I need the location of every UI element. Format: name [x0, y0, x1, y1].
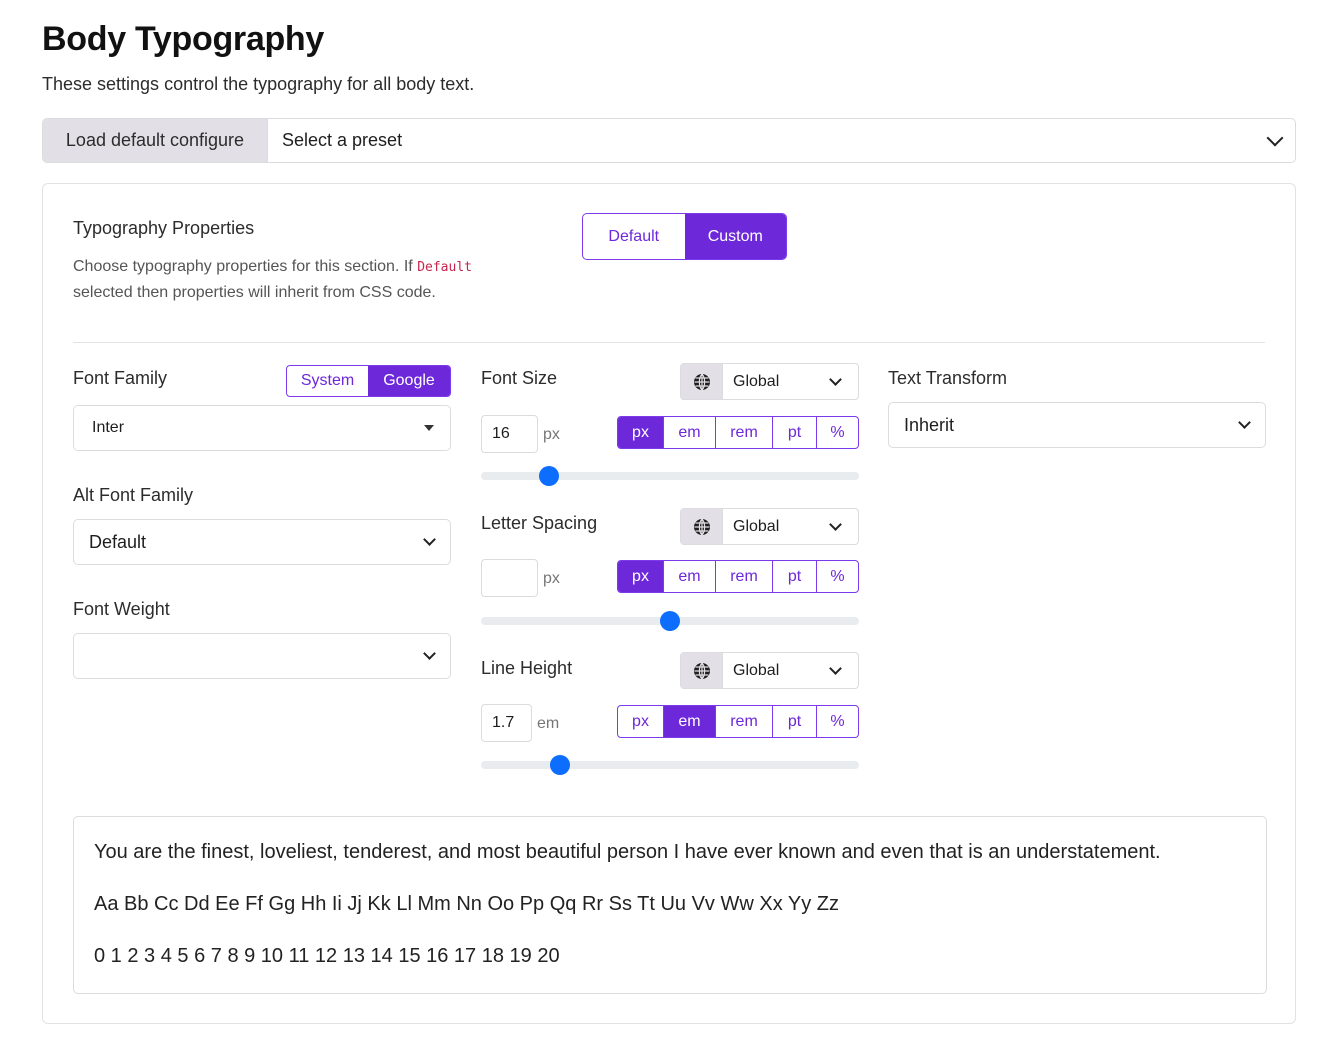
- load-default-configure-label: Load default configure: [43, 119, 268, 162]
- text-transform-label: Text Transform: [888, 368, 1008, 388]
- line-height-label: Line Height: [481, 658, 573, 678]
- typography-properties-title: Typography Properties: [73, 218, 255, 238]
- font-size-scope-value: Global: [733, 372, 780, 390]
- typography-panel: Typography Properties Choose typography …: [42, 183, 1296, 1024]
- page-title: Body Typography: [42, 20, 324, 58]
- font-source-google-button[interactable]: Google: [368, 366, 450, 396]
- chevron-down-icon: [423, 647, 436, 660]
- page-subtitle: These settings control the typography fo…: [42, 74, 475, 94]
- globe-icon: [693, 662, 710, 679]
- letter-spacing-unit-percent-button[interactable]: %: [817, 561, 858, 592]
- font-size-unit-rem-button[interactable]: rem: [716, 417, 773, 448]
- font-size-label: Font Size: [481, 368, 558, 388]
- font-size-input[interactable]: 16: [481, 415, 538, 453]
- line-height-unit-pt-button[interactable]: pt: [773, 706, 817, 737]
- letter-spacing-unit-rem-button[interactable]: rem: [716, 561, 773, 592]
- preset-select[interactable]: Select a preset: [268, 119, 1295, 162]
- preset-select-value: Select a preset: [282, 130, 403, 150]
- text-transform-value: Inherit: [904, 414, 955, 435]
- chevron-down-icon: [829, 661, 842, 675]
- line-height-slider-thumb[interactable]: [550, 755, 571, 775]
- globe-icon: [693, 373, 710, 390]
- font-source-toggle: System Google: [286, 365, 451, 397]
- line-height-unit-px-button[interactable]: px: [618, 706, 664, 737]
- font-family-label: Font Family: [73, 368, 168, 388]
- mode-custom-button[interactable]: Custom: [684, 214, 786, 259]
- letter-spacing-slider-track[interactable]: [481, 611, 859, 631]
- font-weight-label: Font Weight: [73, 599, 170, 619]
- line-height-scope-value: Global: [733, 661, 780, 679]
- letter-spacing-label: Letter Spacing: [481, 513, 598, 533]
- chevron-down-icon: [1238, 416, 1251, 429]
- letter-spacing-unit-px-button[interactable]: px: [618, 561, 664, 592]
- font-size-slider-thumb[interactable]: [539, 466, 560, 486]
- font-family-select[interactable]: Inter: [73, 405, 451, 451]
- preview-alphabet: Aa Bb Cc Dd Ee Ff Gg Hh Ii Jj Kk Ll Mm N…: [94, 893, 840, 915]
- default-code: Default: [417, 260, 472, 275]
- mode-default-button[interactable]: Default: [583, 214, 685, 259]
- font-size-slider-track[interactable]: [481, 466, 859, 486]
- line-height-scope-select[interactable]: Global: [680, 652, 859, 689]
- letter-spacing-unit-pt-button[interactable]: pt: [773, 561, 817, 592]
- font-size-unit-percent-button[interactable]: %: [817, 417, 858, 448]
- preview-numbers: 0 1 2 3 4 5 6 7 8 9 10 11 12 13 14 15 16…: [94, 945, 560, 967]
- line-height-unit-percent-button[interactable]: %: [817, 706, 858, 737]
- preview-sentence: You are the finest, loveliest, tenderest…: [94, 841, 1161, 863]
- line-height-unit-group: px em rem pt%: [617, 705, 859, 738]
- chevron-down-icon: [1266, 129, 1284, 146]
- globe-icon: [693, 518, 710, 535]
- divider: [73, 342, 1265, 343]
- line-height-unit-em-button[interactable]: em: [664, 706, 716, 737]
- alt-font-family-value: Default: [89, 531, 147, 552]
- letter-spacing-unit-em-button[interactable]: em: [664, 561, 716, 592]
- font-source-system-button[interactable]: System: [287, 366, 368, 396]
- letter-spacing-input[interactable]: [481, 559, 538, 597]
- chevron-down-icon: [829, 372, 842, 386]
- line-height-slider-track[interactable]: [481, 755, 859, 775]
- font-size-unit-text: px: [543, 426, 560, 443]
- font-family-value: Inter: [92, 419, 125, 436]
- line-height-input[interactable]: 1.7: [481, 704, 532, 742]
- preset-bar: Load default configure Select a preset: [42, 118, 1296, 163]
- text-transform-select[interactable]: Inherit: [888, 402, 1266, 448]
- alt-font-family-label: Alt Font Family: [73, 485, 194, 505]
- line-height-unit-rem-button[interactable]: rem: [716, 706, 773, 737]
- letter-spacing-scope-select[interactable]: Global: [680, 508, 859, 545]
- alt-font-family-select[interactable]: Default: [73, 519, 451, 565]
- font-size-unit-pt-button[interactable]: pt: [773, 417, 817, 448]
- chevron-down-icon: [829, 517, 842, 531]
- font-size-unit-em-button[interactable]: em: [664, 417, 716, 448]
- caret-down-icon: [424, 425, 434, 431]
- chevron-down-icon: [423, 533, 436, 546]
- letter-spacing-unit-text: px: [543, 570, 560, 587]
- font-size-unit-group: px em rem pt%: [617, 416, 859, 449]
- letter-spacing-scope-value: Global: [733, 517, 780, 535]
- properties-mode-toggle: Default Custom: [582, 213, 787, 260]
- typography-preview: You are the finest, loveliest, tenderest…: [73, 816, 1267, 994]
- font-size-unit-px-button[interactable]: px: [618, 417, 664, 448]
- letter-spacing-slider-thumb[interactable]: [660, 611, 680, 631]
- letter-spacing-unit-group: px em rem pt%: [617, 560, 859, 593]
- line-height-unit-text: em: [537, 715, 560, 732]
- font-weight-select[interactable]: [73, 633, 451, 679]
- font-size-scope-select[interactable]: Global: [680, 363, 859, 400]
- typography-properties-description: Choose typography properties for this se…: [73, 258, 472, 301]
